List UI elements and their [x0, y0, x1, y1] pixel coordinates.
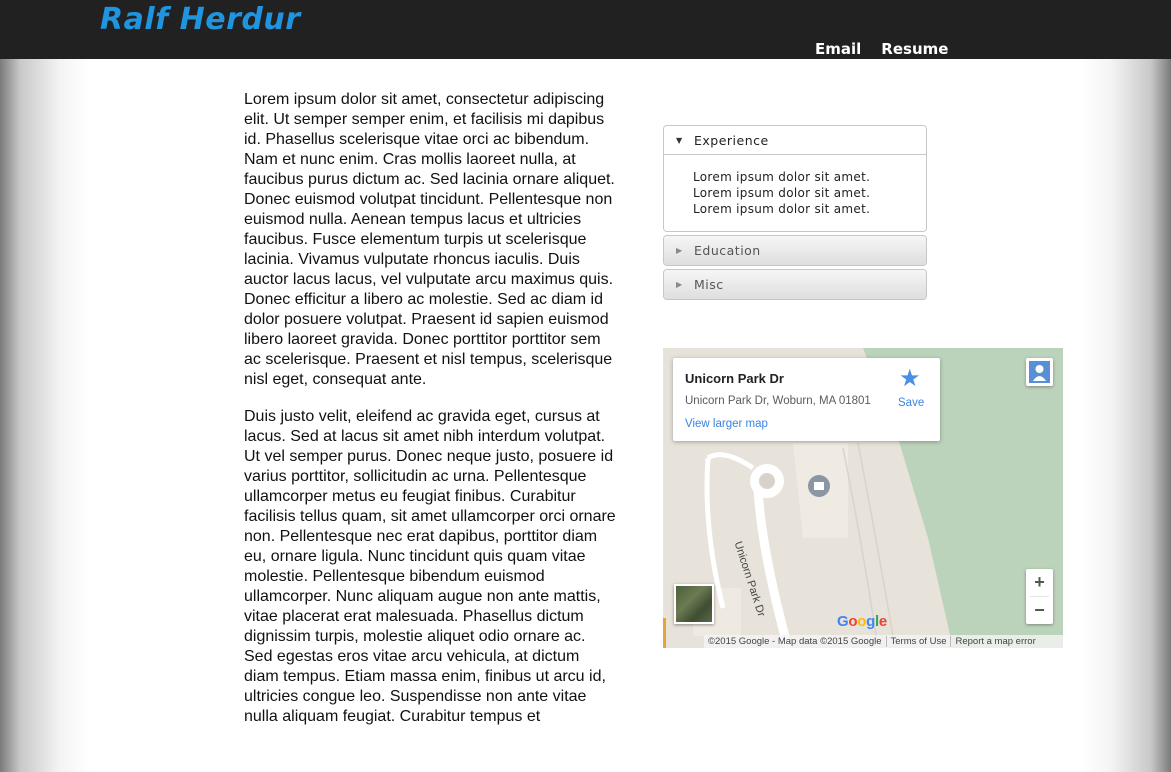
accordion-section-experience: ▼ Experience Lorem ipsum dolor sit amet.…: [663, 125, 927, 232]
nav-resume-link[interactable]: Resume: [881, 40, 948, 58]
embedded-map[interactable]: Unicorn Park Dr Unicorn Park Dr Unicorn …: [663, 348, 1063, 648]
accordion-header-education[interactable]: ▶ Education: [664, 236, 926, 265]
map-copyright: ©2015 Google - Map data ©2015 Google: [708, 636, 882, 647]
map-footer: ©2015 Google - Map data ©2015 Google Ter…: [704, 635, 1063, 648]
article-body: Lorem ipsum dolor sit amet, consectetur …: [244, 90, 616, 744]
save-link[interactable]: Save: [898, 397, 924, 409]
accordion-header-experience[interactable]: ▼ Experience: [664, 126, 926, 155]
accordion-label: Misc: [694, 277, 724, 292]
paragraph: Lorem ipsum dolor sit amet, consectetur …: [244, 91, 615, 388]
nav-email-link[interactable]: Email: [815, 40, 861, 58]
star-icon[interactable]: ★: [899, 364, 921, 393]
accordion-content-experience: Lorem ipsum dolor sit amet. Lorem ipsum …: [664, 155, 926, 231]
caret-right-icon: ▶: [676, 246, 683, 255]
view-larger-map-link[interactable]: View larger map: [685, 418, 768, 430]
top-bar: Ralf Herdur Email Resume: [0, 0, 1171, 59]
zoom-out-button[interactable]: −: [1026, 597, 1053, 624]
pegman-icon[interactable]: [1026, 358, 1053, 386]
resume-accordion: ▼ Experience Lorem ipsum dolor sit amet.…: [663, 125, 927, 303]
content-line: Lorem ipsum dolor sit amet.: [693, 186, 871, 200]
place-address: Unicorn Park Dr, Woburn, MA 01801: [685, 395, 871, 407]
terms-link[interactable]: Terms of Use: [887, 636, 951, 647]
content-line: Lorem ipsum dolor sit amet.: [693, 170, 871, 184]
accordion-label: Education: [694, 243, 761, 258]
zoom-in-button[interactable]: +: [1026, 569, 1053, 596]
place-name: Unicorn Park Dr: [685, 371, 784, 386]
content-line: Lorem ipsum dolor sit amet.: [693, 202, 871, 216]
main-nav: Email Resume: [815, 40, 948, 58]
google-logo: Google: [837, 613, 887, 630]
site-logo[interactable]: Ralf Herdur: [100, 2, 301, 37]
report-error-link[interactable]: Report a map error: [951, 636, 1039, 647]
caret-right-icon: ▶: [676, 280, 683, 289]
place-info-card: Unicorn Park Dr Unicorn Park Dr, Woburn,…: [673, 358, 940, 441]
satellite-toggle[interactable]: [674, 584, 714, 624]
accordion-section-misc: ▶ Misc: [663, 269, 927, 300]
accordion-label: Experience: [694, 132, 769, 148]
caret-down-icon: ▼: [676, 135, 683, 145]
accordion-section-education: ▶ Education: [663, 235, 927, 266]
accordion-header-misc[interactable]: ▶ Misc: [664, 270, 926, 299]
zoom-controls: + −: [1026, 569, 1053, 624]
paragraph: Duis justo velit, eleifend ac gravida eg…: [244, 408, 616, 725]
